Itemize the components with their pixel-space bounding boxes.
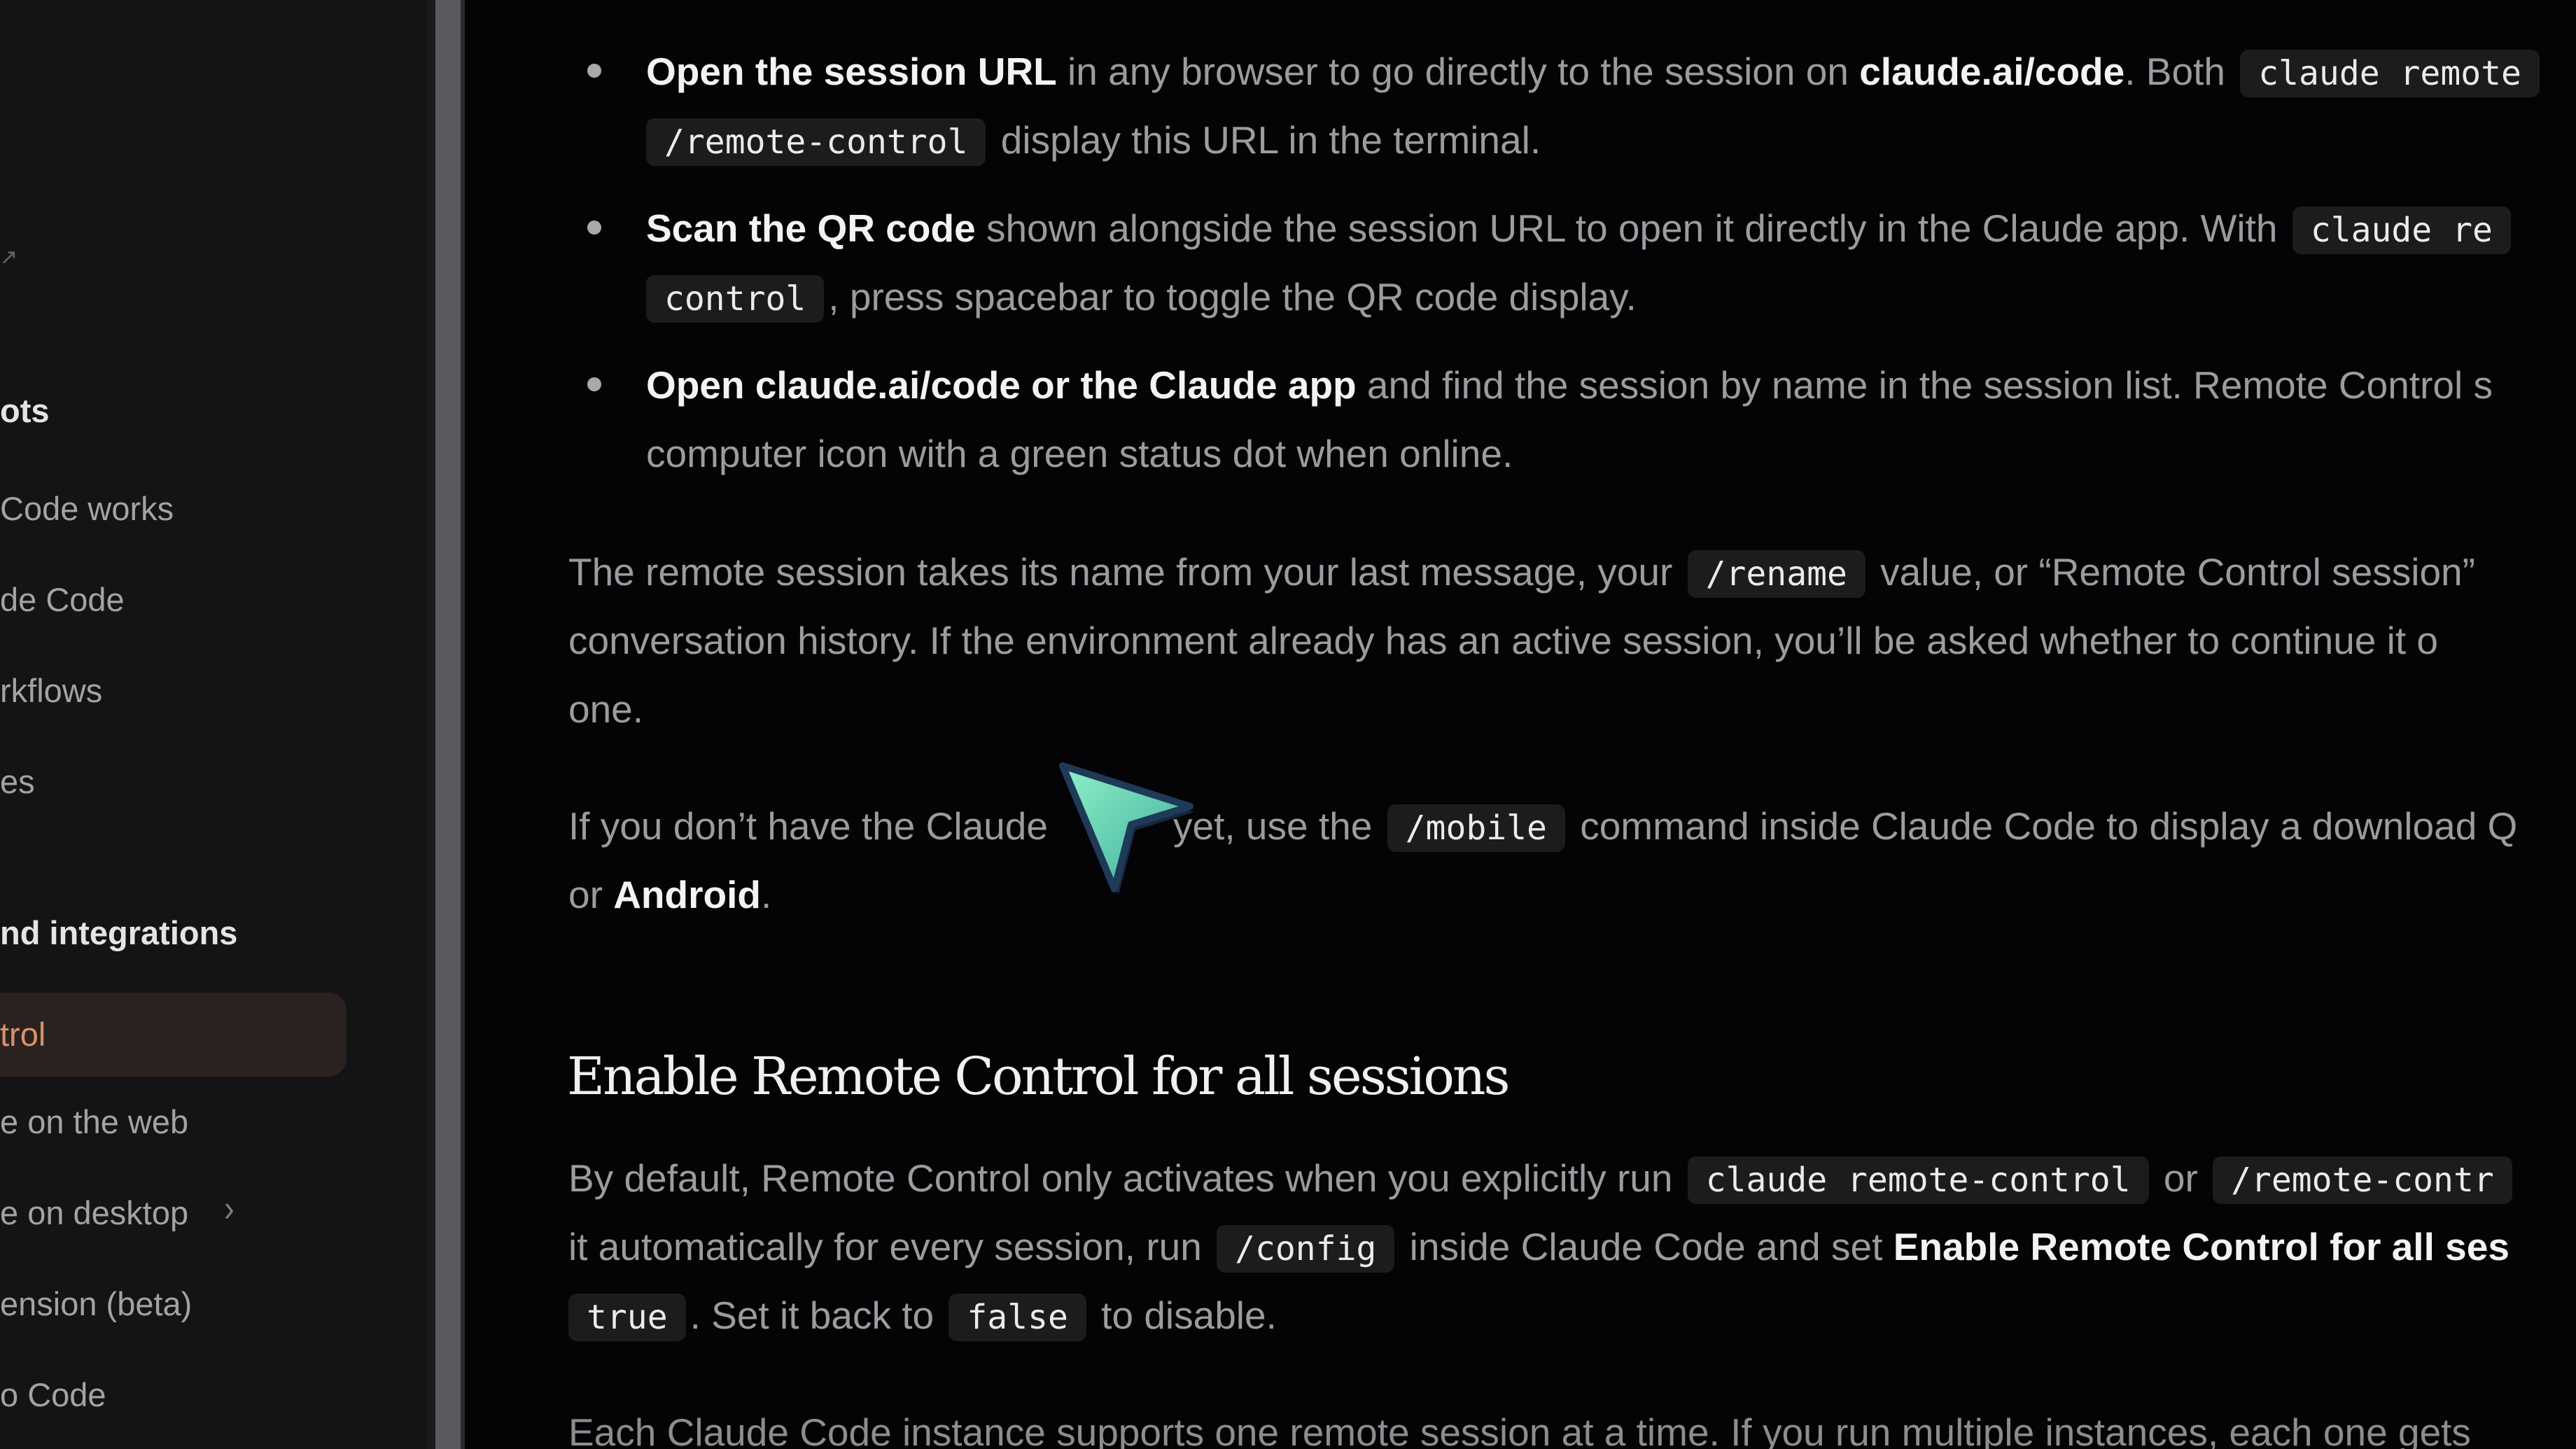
sidebar-border (427, 0, 435, 1449)
body-text: conversation history. If the environment… (568, 619, 2439, 662)
body-text: or (2152, 1156, 2209, 1200)
body-text: value, or “Remote Control session” (1869, 550, 2475, 594)
body-text: . Set it back to (690, 1294, 945, 1337)
paragraph-mobile-line2: or Android. (568, 867, 771, 923)
bullet-open-app: Open claude.ai/code or the Claude app an… (646, 357, 2493, 413)
bullet-scan-qr-cont: control, press spacebar to toggle the QR… (646, 269, 1637, 327)
body-text: . Both (2124, 50, 2236, 93)
body-text: yet, use the (1173, 804, 1383, 848)
sidebar-nav: ↗ ots Code works de Code rkflows es nd i… (0, 0, 427, 1449)
inline-code: /remote-control (646, 118, 986, 166)
chevron-right-icon[interactable]: › (224, 1188, 234, 1230)
body-text: and find the session by name in the sess… (1356, 363, 2493, 407)
paragraph-session-name-line2: conversation history. If the environment… (568, 612, 2438, 668)
inline-code: claude remote (2240, 50, 2540, 97)
sidebar-item-how-code-works[interactable]: Code works (0, 470, 174, 547)
paragraph-multiple-instances: Each Claude Code instance supports one r… (568, 1404, 2471, 1449)
inline-code: /mobile (1387, 804, 1565, 852)
paragraph-session-name-line3: one. (568, 681, 643, 737)
doc-content: Open the session URL in any browser to g… (465, 0, 2576, 1449)
external-link-icon: ↗ (0, 246, 18, 269)
sidebar-item-extend-claude-code[interactable]: de Code (0, 561, 125, 638)
sidebar-item-claude-code-desktop[interactable]: e on desktop (0, 1175, 188, 1252)
bullet-open-session-url-cont: /remote-control display this URL in the … (646, 112, 1541, 170)
sidebar-item-common-workflows[interactable]: rkflows (0, 652, 102, 729)
bullet-open-app-cont: computer icon with a green status dot wh… (646, 426, 1513, 482)
inline-code: claude remote-control (1687, 1156, 2149, 1204)
body-text: one. (568, 687, 644, 731)
inline-code: claude re (2292, 206, 2511, 254)
body-text: Each Claude Code instance supports one r… (568, 1410, 2471, 1449)
bullet-open-session-url: Open the session URL in any browser to g… (646, 43, 2544, 102)
bold-text: Scan the QR code (646, 206, 976, 250)
paragraph-enable-all: By default, Remote Control only activate… (568, 1150, 2516, 1208)
sidebar-item-claude-code-web[interactable]: e on the web (0, 1084, 188, 1161)
body-text: computer icon with a green status dot wh… (646, 432, 1513, 475)
body-text: to disable. (1090, 1294, 1277, 1337)
body-text: display this URL in the terminal. (990, 118, 1541, 162)
body-text: . (760, 873, 772, 916)
body-text: or (568, 873, 614, 916)
paragraph-mobile-part1: If you don’t have the Claude (568, 798, 1048, 854)
body-text: inside Claude Code and set (1399, 1225, 1893, 1268)
bullet-marker (587, 220, 601, 234)
body-text: , press spacebar to toggle the QR code d… (828, 275, 1637, 318)
inline-code: /rename (1687, 550, 1865, 598)
paragraph-mobile-part2: yet, use the /mobile command inside Clau… (1173, 798, 2517, 856)
paragraph-enable-all-line2: it automatically for every session, run … (568, 1219, 2510, 1277)
bullet-marker (587, 377, 601, 391)
inline-code: true (568, 1294, 686, 1341)
inline-code: /remote-contr (2213, 1156, 2512, 1204)
body-text: command inside Claude Code to display a … (1569, 804, 2518, 848)
body-text: By default, Remote Control only activate… (568, 1156, 1684, 1200)
body-text: shown alongside the session URL to open … (975, 206, 2288, 250)
pointer-cursor-icon (1059, 762, 1194, 895)
body-text: The remote session takes its name from y… (568, 550, 1684, 594)
inline-link[interactable]: claude.ai/code (1859, 50, 2124, 93)
paragraph-enable-all-line3: true. Set it back to false to disable. (568, 1287, 1277, 1345)
bullet-marker (587, 64, 601, 78)
bold-text: Enable Remote Control for all ses (1893, 1225, 2510, 1268)
inline-code: control (646, 275, 825, 323)
paragraph-session-name: The remote session takes its name from y… (568, 544, 2475, 602)
inline-link[interactable]: Android (613, 873, 761, 916)
sidebar-section-concepts: ots (0, 392, 50, 429)
sidebar-item-best-practices[interactable]: es (0, 743, 35, 820)
bullet-scan-qr: Scan the QR code shown alongside the ses… (646, 200, 2515, 258)
sidebar-item-remote-control[interactable]: trol (0, 993, 346, 1077)
body-text: it automatically for every session, run (568, 1225, 1213, 1268)
app-window: ↗ ots Code works de Code rkflows es nd i… (0, 0, 2576, 1449)
body-text: in any browser to go directly to the ses… (1056, 50, 1860, 93)
inline-code: false (948, 1294, 1086, 1341)
body-text: If you don’t have the Claude (568, 804, 1048, 848)
inline-code: /config (1217, 1225, 1395, 1273)
bold-text: Open claude.ai/code or the Claude app (646, 363, 1357, 407)
sidebar-item-vs-code[interactable]: o Code (0, 1357, 106, 1434)
sidebar-item-chrome-extension[interactable]: ension (beta) (0, 1266, 192, 1343)
window-divider[interactable] (435, 0, 461, 1449)
sidebar-section-platforms-integrations: nd integrations (0, 914, 238, 951)
bold-text: Open the session URL (646, 50, 1057, 93)
section-heading: Enable Remote Control for all sessions (567, 1046, 1511, 1107)
